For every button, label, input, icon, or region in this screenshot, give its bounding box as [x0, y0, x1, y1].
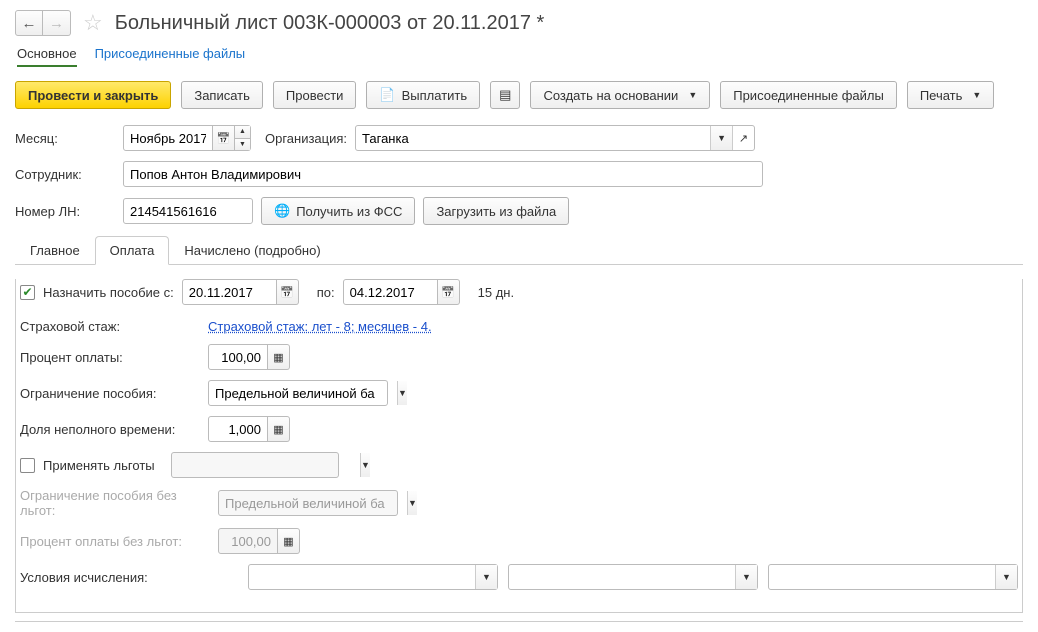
employee-input[interactable] [123, 161, 763, 187]
calendar-icon[interactable] [277, 279, 299, 305]
page-title: Больничный лист 003К-000003 от 20.11.201… [115, 12, 545, 35]
pay-percent-label: Процент оплаты: [20, 350, 200, 365]
calc-icon[interactable]: ▦ [268, 344, 290, 370]
condition-1-input[interactable] [249, 565, 475, 589]
calc-icon[interactable]: ▦ [278, 528, 300, 554]
ln-number-label: Номер ЛН: [15, 204, 115, 219]
condition-1-dropdown[interactable]: ▼ [475, 565, 497, 589]
primary-tab-main[interactable]: Основное [17, 46, 77, 67]
fss-globe-icon: 🌐 [274, 203, 290, 219]
apply-benefits-label: Применять льготы [43, 458, 163, 473]
condition-2-input[interactable] [509, 565, 735, 589]
post-button[interactable]: Провести [273, 81, 357, 109]
nav-forward-button[interactable]: → [43, 10, 71, 36]
dropdown-caret-icon: ▼ [688, 90, 697, 100]
limit-no-benefits-dropdown[interactable]: ▼ [407, 491, 417, 515]
apply-benefits-input [172, 453, 360, 477]
attached-files-button[interactable]: Присоединенные файлы [720, 81, 897, 109]
pay-icon: 📄 [379, 87, 395, 103]
org-label: Организация: [265, 131, 347, 146]
days-label: 15 дн. [478, 285, 514, 300]
create-based-button[interactable]: Создать на основании ▼ [530, 81, 710, 109]
get-from-fss-button[interactable]: 🌐 Получить из ФСС [261, 197, 415, 225]
print-button[interactable]: Печать ▼ [907, 81, 995, 109]
tab-payment[interactable]: Оплата [95, 236, 170, 265]
conditions-label: Условия исчисления: [20, 570, 240, 585]
create-based-label: Создать на основании [543, 88, 678, 103]
calc-icon[interactable]: ▦ [268, 416, 290, 442]
pay-button-label: Выплатить [402, 88, 468, 103]
load-from-file-button[interactable]: Загрузить из файла [423, 197, 569, 225]
calendar-icon[interactable] [438, 279, 460, 305]
dropdown-caret-icon: ▼ [972, 90, 981, 100]
calendar-icon[interactable] [213, 125, 235, 151]
part-time-input[interactable] [208, 416, 268, 442]
org-open-button[interactable]: ↗ [732, 126, 754, 150]
org-input[interactable] [356, 126, 710, 150]
date-to-input[interactable] [343, 279, 438, 305]
apply-benefits-dropdown[interactable]: ▼ [360, 453, 370, 477]
list-icon: ▤ [499, 87, 511, 103]
assign-benefit-label: Назначить пособие с: [43, 285, 174, 300]
date-to-label: по: [317, 285, 335, 300]
percent-no-benefits-label: Процент оплаты без льгот: [20, 534, 210, 549]
post-and-close-button[interactable]: Провести и закрыть [15, 81, 171, 109]
limit-no-benefits-input [219, 491, 407, 515]
primary-tab-attached[interactable]: Присоединенные файлы [95, 46, 246, 67]
benefit-limit-input[interactable] [209, 381, 397, 405]
month-input[interactable] [123, 125, 213, 151]
condition-3-input[interactable] [769, 565, 995, 589]
insurance-link[interactable]: Страховой стаж: лет - 8; месяцев - 4. [208, 319, 432, 334]
org-dropdown-button[interactable]: ▼ [710, 126, 732, 150]
month-label: Месяц: [15, 131, 115, 146]
insurance-label: Страховой стаж: [20, 319, 200, 334]
assign-benefit-checkbox[interactable]: ✔ [20, 285, 35, 300]
tab-accrued[interactable]: Начислено (подробно) [169, 236, 335, 265]
part-time-label: Доля неполного времени: [20, 422, 200, 437]
nav-back-button[interactable]: ← [15, 10, 43, 36]
percent-no-benefits-input [218, 528, 278, 554]
month-spinner-down[interactable]: ▼ [235, 139, 250, 151]
condition-3-dropdown[interactable]: ▼ [995, 565, 1017, 589]
employee-label: Сотрудник: [15, 167, 115, 182]
benefit-limit-dropdown[interactable]: ▼ [397, 381, 407, 405]
apply-benefits-checkbox[interactable] [20, 458, 35, 473]
pay-button[interactable]: 📄 Выплатить [366, 81, 480, 109]
date-from-input[interactable] [182, 279, 277, 305]
condition-2-dropdown[interactable]: ▼ [735, 565, 757, 589]
get-from-fss-label: Получить из ФСС [296, 204, 402, 219]
benefit-limit-label: Ограничение пособия: [20, 386, 200, 401]
save-button[interactable]: Записать [181, 81, 263, 109]
month-spinner-up[interactable]: ▲ [235, 126, 250, 139]
limit-no-benefits-label: Ограничение пособия без льгот: [20, 488, 210, 518]
pay-percent-input[interactable] [208, 344, 268, 370]
ln-number-input[interactable] [123, 198, 253, 224]
list-button[interactable]: ▤ [490, 81, 520, 109]
print-label: Печать [920, 88, 963, 103]
favorite-star-icon[interactable]: ☆ [83, 10, 103, 36]
tab-main[interactable]: Главное [15, 236, 95, 265]
